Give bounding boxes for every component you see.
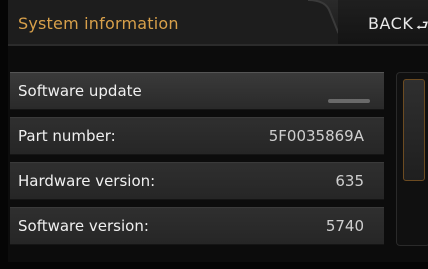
menu-item-software-update[interactable]: Software update <box>10 72 384 110</box>
part-number-label: Part number: <box>18 127 116 145</box>
header-divider <box>8 44 428 46</box>
back-label: BACK <box>368 14 414 33</box>
back-icon: ⮐ <box>416 18 428 34</box>
back-button[interactable]: BACK ⮐ <box>338 0 428 44</box>
part-number-value: 5F0035869A <box>268 127 364 145</box>
scrollbar-track[interactable] <box>396 72 428 246</box>
software-version-value: 5740 <box>325 217 364 235</box>
selection-underline <box>328 99 370 103</box>
page-title: System information <box>18 14 179 33</box>
info-row-part-number: Part number: 5F0035869A <box>10 117 384 155</box>
infotainment-screen: System information BACK ⮐ Software updat… <box>8 0 428 262</box>
hardware-version-label: Hardware version: <box>18 172 156 190</box>
software-update-label: Software update <box>18 82 142 100</box>
hardware-version-value: 635 <box>335 172 364 190</box>
scrollbar-thumb[interactable] <box>403 79 425 181</box>
info-row-software-version: Software version: 5740 <box>10 207 384 245</box>
software-version-label: Software version: <box>18 217 149 235</box>
title-tab: System information <box>8 0 348 44</box>
info-row-hardware-version: Hardware version: 635 <box>10 162 384 200</box>
